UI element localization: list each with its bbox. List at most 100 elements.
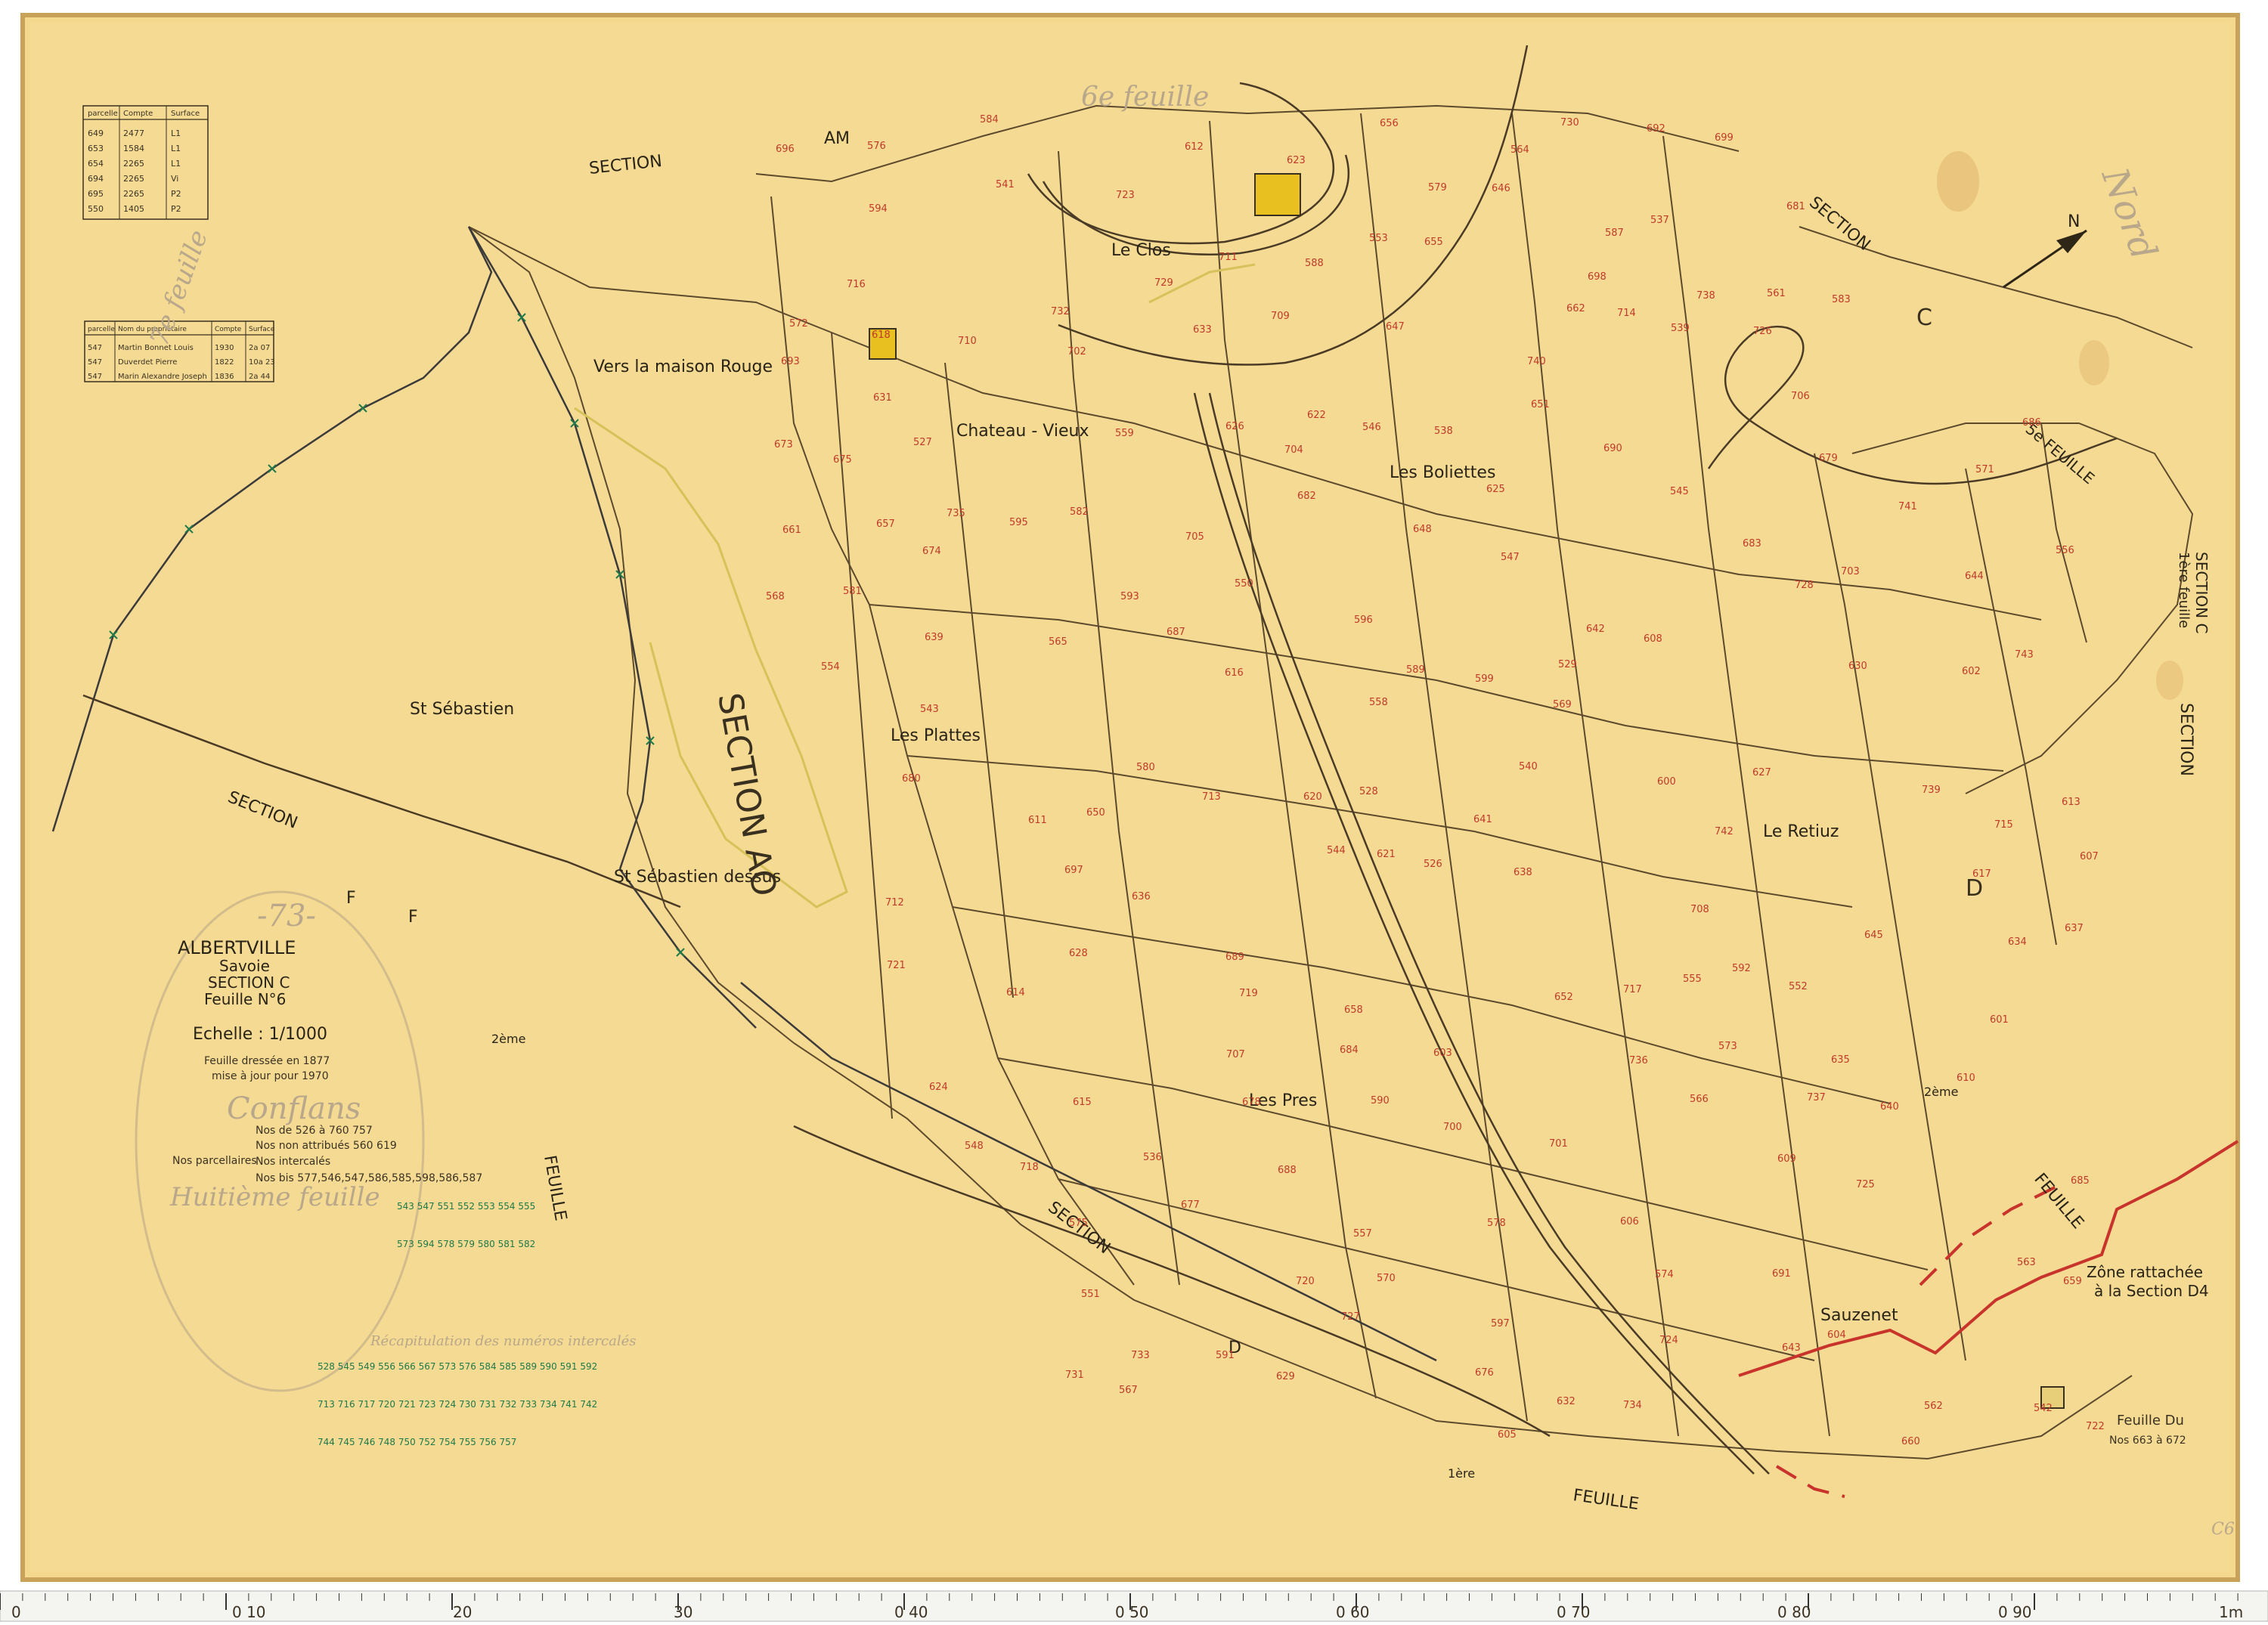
table-cell: 1584	[123, 144, 144, 153]
parcel-number: 630	[1848, 661, 1867, 672]
parcel-number: 588	[1305, 258, 1324, 269]
parcel-number: 686	[2022, 417, 2041, 429]
section-f-letter: F	[346, 889, 356, 908]
place-boliettes: Les Boliettes	[1390, 463, 1495, 482]
table-cell: 2265	[123, 159, 144, 169]
parcel-number: 639	[925, 632, 943, 643]
parcel-number: 554	[821, 661, 840, 673]
place-maison-rouge: Vers la maison Rouge	[593, 358, 773, 376]
parcel-number: 603	[1433, 1048, 1452, 1059]
stain	[2156, 661, 2183, 700]
parcel-number: 641	[1473, 814, 1492, 825]
parcel-number: 559	[1115, 428, 1134, 439]
parcel-number: 538	[1434, 426, 1453, 437]
parcel-number: 552	[1789, 981, 1808, 992]
parcel-number: 712	[885, 897, 904, 908]
parcel-number: 605	[1498, 1429, 1517, 1441]
parcel-number: 658	[1344, 1004, 1363, 1016]
parcel-number: 594	[869, 203, 888, 215]
parcel-number: 543	[920, 704, 939, 715]
parcel-number: 678	[1242, 1097, 1261, 1108]
parcel-number: 698	[1588, 271, 1606, 283]
parcel-number: 584	[980, 114, 999, 125]
cartouche-echelle: Echelle : 1/1000	[193, 1025, 327, 1044]
parcel-number: 600	[1657, 776, 1676, 788]
parcel-number: 721	[887, 960, 906, 971]
parcel-number: 592	[1732, 963, 1751, 974]
table-cell: 2265	[123, 189, 144, 199]
cartouche-dressee: Feuille dressée en 1877	[204, 1055, 330, 1067]
parcel-number: 618	[872, 330, 891, 341]
parcel-number: 715	[1994, 819, 2013, 831]
parcel-number: 646	[1492, 183, 1510, 194]
parcel-number: 576	[867, 141, 886, 152]
table-cell: L1	[171, 159, 181, 169]
parcel-number: 650	[1086, 807, 1105, 819]
parcel-number: 633	[1193, 324, 1212, 336]
parcel-number: 718	[1020, 1162, 1039, 1173]
parcel-number: 709	[1271, 311, 1290, 322]
old-commune: Conflans	[227, 1091, 361, 1126]
parcel-number: 569	[1553, 699, 1572, 710]
table-cell: 695	[88, 189, 104, 199]
cartouche-row-2: Nos non attribués 560 619	[256, 1140, 397, 1152]
parcel-number: 607	[2080, 851, 2099, 862]
parcel-number: 596	[1354, 614, 1373, 626]
ruler-label: 0 60	[1336, 1603, 1370, 1621]
parcel-number: 615	[1073, 1097, 1092, 1108]
parcel-number: 589	[1406, 664, 1425, 676]
parcel-number: 625	[1486, 484, 1505, 495]
parcel-number: 632	[1557, 1396, 1576, 1407]
table-cell: P2	[171, 189, 181, 199]
parcel-number: 713	[1202, 791, 1221, 803]
parcel-number: 627	[1752, 767, 1771, 778]
owner-table-header-cell: parcelle	[88, 326, 115, 333]
parcel-number: 539	[1671, 323, 1690, 334]
table-header-cell: parcelle	[88, 110, 118, 118]
parcel-number: 714	[1617, 308, 1636, 319]
parcel-number: 717	[1623, 984, 1642, 995]
parcel-number: 711	[1219, 252, 1238, 263]
place-le-clos: Le Clos	[1111, 241, 1171, 260]
svg-text:744 745 746 748 750 752 754 75: 744 745 746 748 750 752 754 755 756 757	[318, 1437, 516, 1447]
parcel-number: 557	[1353, 1228, 1372, 1240]
table-cell: L1	[171, 144, 181, 153]
parcel-number: 700	[1443, 1122, 1462, 1133]
parcel-number: 662	[1566, 303, 1585, 314]
parcel-number: 701	[1549, 1138, 1568, 1150]
parcel-number: 582	[1070, 506, 1089, 518]
parcel-number: 734	[1623, 1400, 1642, 1411]
parcel-number: 574	[1655, 1269, 1674, 1280]
parcel-number: 720	[1296, 1276, 1315, 1287]
owner-table-header-cell: Surface	[249, 326, 275, 333]
table-cell: 2265	[123, 174, 144, 184]
parcel-number: 696	[776, 144, 795, 155]
parcel-number: 741	[1898, 501, 1917, 512]
parcel-number: 704	[1284, 444, 1303, 456]
svg-text:713 716 717 720 721 723 724 73: 713 716 717 720 721 723 724 730 731 732 …	[318, 1399, 597, 1410]
ruler-label: 1m	[2219, 1603, 2243, 1621]
parcel-number: 739	[1922, 785, 1941, 796]
parcel-number: 602	[1962, 666, 1981, 677]
parcel-number: 567	[1119, 1385, 1138, 1396]
parcel-number: 601	[1990, 1014, 2009, 1026]
parcel-number: 609	[1777, 1153, 1796, 1165]
ruler-label: 0 90	[1998, 1603, 2032, 1621]
table-cell: L1	[171, 128, 181, 138]
table-cell: 654	[88, 159, 104, 169]
parcel-number: 738	[1696, 290, 1715, 302]
owner-table-cell: 2a 07	[249, 344, 270, 352]
parcel-number: 537	[1650, 215, 1669, 226]
parcel-number: 558	[1369, 697, 1388, 708]
ruler-label: 0 10	[232, 1603, 266, 1621]
place-sauzenet: Sauzenet	[1820, 1306, 1898, 1325]
feuille-bottom-prefix: 1ère	[1448, 1466, 1475, 1481]
parcel-number: 599	[1475, 673, 1494, 685]
table-cell: 649	[88, 128, 104, 138]
table-cell: 1405	[123, 204, 144, 214]
parcel-number: 684	[1340, 1045, 1359, 1056]
parcel-number: 622	[1307, 410, 1326, 421]
parcel-number: 565	[1049, 636, 1067, 648]
parcel-number: 568	[766, 591, 785, 602]
parcel-number: 528	[1359, 786, 1378, 797]
